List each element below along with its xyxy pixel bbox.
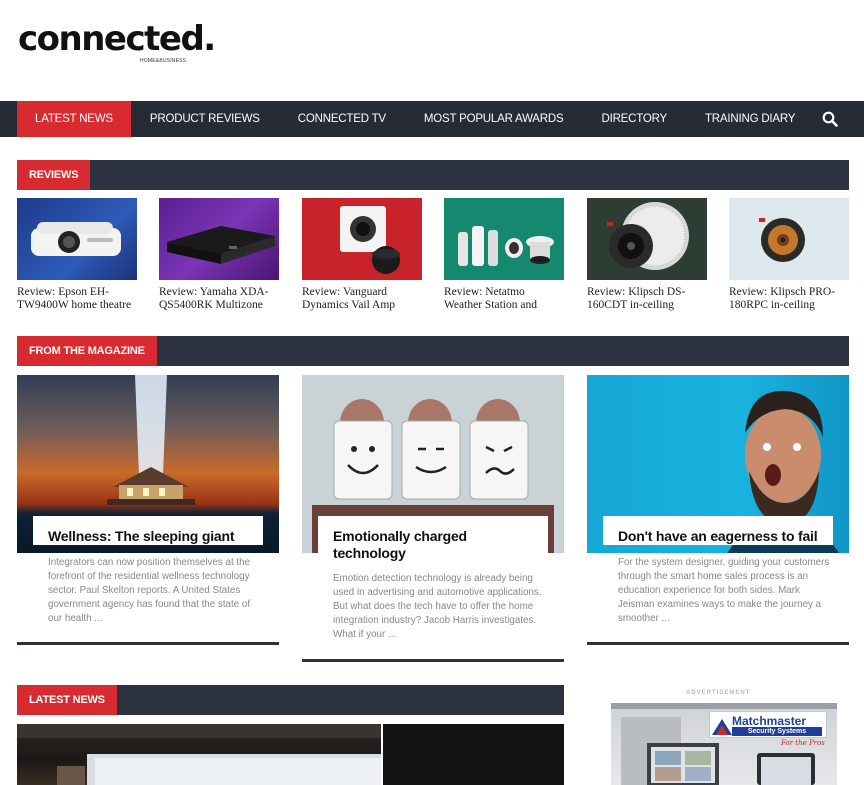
review-thumbnail-amplifier[interactable] — [159, 198, 279, 280]
magazine-heading: FROM THE MAGAZINE — [17, 336, 157, 366]
review-thumbnail-ceiling-speaker-2[interactable] — [729, 198, 849, 280]
nav-item-most-popular-awards[interactable]: MOST POPULAR AWARDS — [405, 101, 583, 137]
card-title-box: Don't have an eagerness to fail — [603, 516, 833, 545]
logo-subtitle: HOME&BUSINESS — [140, 58, 187, 64]
nav-item-latest-news[interactable]: LATEST NEWS — [17, 101, 131, 137]
card-divider — [302, 659, 564, 662]
advertisement-label: ADVERTISEMENT — [686, 690, 751, 696]
matchmaster-emblem-icon — [712, 719, 732, 735]
site-logo[interactable]: connected. HOME&BUSINESS — [18, 19, 216, 64]
card-title-box: Wellness: The sleeping giant — [33, 516, 263, 545]
review-title[interactable]: Review: Klipsch DS-160CDT in-ceiling — [587, 286, 708, 312]
latest-news-image-cinema[interactable] — [17, 724, 381, 785]
latest-news-heading: LATEST NEWS — [17, 685, 117, 715]
advert-tagline: For the Pros — [781, 739, 825, 747]
review-title[interactable]: Review: Yamaha XDA-QS5400RK Multizone — [159, 286, 280, 312]
reviews-heading: REVIEWS — [17, 160, 91, 190]
review-item[interactable]: Review: Yamaha XDA-QS5400RK Multizone — [159, 198, 280, 312]
advert-brand: Matchmaster — [732, 714, 807, 728]
review-title[interactable]: Review: Netatmo Weather Station and — [444, 286, 565, 312]
review-title[interactable]: Review: Vanguard Dynamics Vail Amp — [302, 286, 423, 312]
card-excerpt: For the system designer, guiding your cu… — [618, 557, 830, 624]
magazine-card[interactable]: Wellness: The sleeping giant Integrators… — [17, 375, 279, 645]
nav-item-training-diary[interactable]: TRAINING DIARY — [686, 101, 814, 137]
review-item[interactable]: Review: Epson EH-TW9400W home theatre — [17, 198, 138, 312]
review-thumbnail-vail-amp[interactable] — [302, 198, 422, 280]
review-thumbnail-projector[interactable] — [17, 198, 137, 280]
card-divider — [17, 642, 279, 645]
review-item[interactable]: Review: Vanguard Dynamics Vail Amp — [302, 198, 423, 312]
advert-brand-sub: Security Systems — [732, 727, 822, 736]
magazine-card[interactable]: Emotionally charged technology Emotion d… — [302, 375, 564, 662]
card-title[interactable]: Emotionally charged technology — [333, 528, 533, 562]
matchmaster-logo: Matchmaster Security Systems — [709, 711, 827, 738]
main-nav: LATEST NEWS PRODUCT REVIEWS CONNECTED TV… — [0, 101, 864, 137]
search-icon[interactable] — [822, 111, 838, 127]
magazine-card[interactable]: Don't have an eagerness to fail For the … — [587, 375, 849, 645]
card-title-box: Emotionally charged technology — [318, 516, 548, 562]
reviews-list: Review: Epson EH-TW9400W home theatre Re… — [17, 198, 849, 318]
review-thumbnail-weather-station[interactable] — [444, 198, 564, 280]
nav-item-connected-tv[interactable]: CONNECTED TV — [279, 101, 405, 137]
logo-wordmark: connected. — [18, 19, 216, 59]
latest-news-image-dark[interactable] — [383, 724, 564, 785]
card-excerpt: Emotion detection technology is already … — [333, 573, 542, 640]
nav-item-product-reviews[interactable]: PRODUCT REVIEWS — [131, 101, 279, 137]
review-thumbnail-ceiling-speaker-1[interactable] — [587, 198, 707, 280]
card-title[interactable]: Wellness: The sleeping giant — [48, 528, 248, 545]
card-divider — [587, 642, 849, 645]
review-item[interactable]: Review: Klipsch PRO-180RPC in-ceiling — [729, 198, 850, 312]
nav-item-directory[interactable]: DIRECTORY — [582, 101, 686, 137]
latest-news-section-header: LATEST NEWS — [17, 685, 564, 715]
card-excerpt: Integrators can now position themselves … — [48, 557, 251, 624]
review-title[interactable]: Review: Epson EH-TW9400W home theatre — [17, 286, 138, 312]
card-title[interactable]: Don't have an eagerness to fail — [618, 528, 818, 545]
review-item[interactable]: Review: Klipsch DS-160CDT in-ceiling — [587, 198, 708, 312]
advertisement-banner[interactable]: Matchmaster Security Systems For the Pro… — [611, 703, 837, 785]
review-item[interactable]: Review: Netatmo Weather Station and — [444, 198, 565, 312]
magazine-section-header: FROM THE MAGAZINE — [17, 336, 849, 366]
reviews-section-header: REVIEWS — [17, 160, 849, 190]
logo-dot: . — [203, 19, 216, 59]
logo-text: connected — [18, 19, 205, 59]
review-title[interactable]: Review: Klipsch PRO-180RPC in-ceiling — [729, 286, 850, 312]
